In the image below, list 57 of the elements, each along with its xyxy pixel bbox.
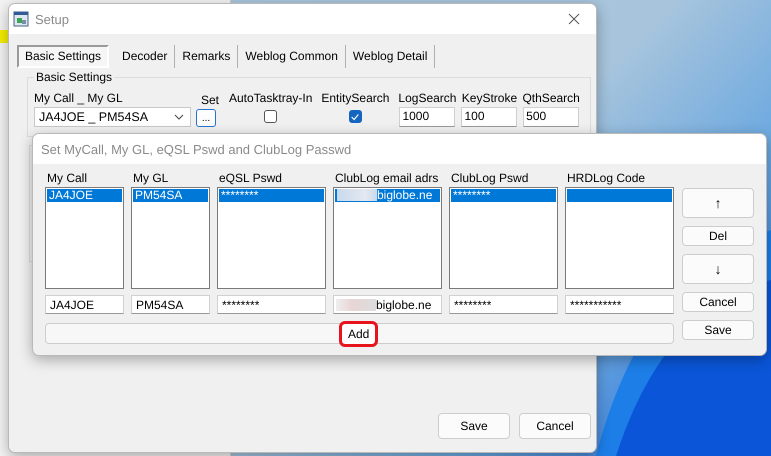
list-item[interactable]: JA4JOE [47, 189, 122, 202]
set-button[interactable]: ... [196, 109, 216, 127]
close-icon[interactable] [568, 13, 580, 25]
input-field[interactable]: ******** [449, 295, 558, 314]
list-item[interactable]: PM54SA [133, 189, 208, 202]
side-button[interactable]: Save [682, 320, 754, 340]
add-button[interactable]: Add [342, 324, 376, 344]
column-label: HRDLog Code [566, 171, 646, 185]
field-label: Set [200, 93, 219, 107]
field-label: QthSearch [522, 91, 580, 105]
input-field[interactable]: 500 [523, 107, 580, 127]
tab[interactable]: Decoder [115, 45, 176, 68]
background-window-strip [0, 30, 8, 43]
list-box[interactable] [565, 187, 674, 289]
checkbox[interactable] [264, 110, 278, 123]
column-label: My GL [132, 171, 170, 185]
side-button[interactable]: Cancel [682, 292, 754, 312]
side-button[interactable]: ↓ [682, 254, 754, 284]
input-field[interactable]: 1000 [399, 107, 456, 127]
input-field[interactable]: biglobe.ne [333, 295, 442, 314]
field-label: KeyStroke [462, 91, 518, 105]
list-box[interactable]: JA4JOE [45, 187, 124, 289]
list-box[interactable]: biglobe.ne [333, 187, 442, 289]
list-item[interactable]: biglobe.ne [335, 189, 440, 202]
list-box[interactable]: PM54SA [131, 187, 210, 289]
list-box[interactable]: ******** [217, 187, 326, 289]
tab[interactable]: Remarks [175, 45, 238, 68]
column-label: My Call [46, 171, 88, 185]
column-label: ClubLog email adrs [334, 171, 440, 185]
checkbox[interactable] [348, 110, 362, 123]
list-item[interactable]: ******** [451, 189, 556, 202]
input-field[interactable]: 100 [461, 107, 518, 127]
column-label: eQSL Pswd [218, 171, 283, 185]
tab[interactable]: Basic Settings [17, 45, 110, 68]
tab[interactable]: Weblog Detail [346, 45, 436, 68]
input-field[interactable]: *********** [565, 295, 674, 314]
tab[interactable]: Weblog Common [238, 45, 346, 68]
field-label: My Call _ My GL [34, 91, 123, 105]
dialog-button[interactable]: Save [438, 413, 510, 439]
input-field[interactable]: ******** [217, 295, 326, 314]
side-button[interactable]: Del [682, 226, 754, 246]
field-label: EntitySearch [321, 91, 390, 105]
input-field[interactable]: PM54SA [131, 295, 210, 314]
app-window-icon [13, 11, 29, 27]
dropdown[interactable]: JA4JOE _ PM54SA [34, 107, 191, 127]
side-button[interactable]: ↑ [682, 188, 754, 218]
field-label: LogSearch [398, 91, 456, 105]
dialog-title: Set MyCall, My GL, eQSL Pswd and ClubLog Passwd [41, 142, 352, 156]
caret-icon [174, 114, 184, 120]
list-box[interactable]: ******** [449, 187, 558, 289]
window-title: Setup [35, 12, 70, 26]
field-label: AutoTasktray-In [229, 91, 312, 105]
group-title: Basic Settings [34, 70, 114, 84]
dialog-button[interactable]: Cancel [519, 413, 591, 439]
list-item[interactable]: ******** [219, 189, 324, 202]
input-field[interactable]: JA4JOE [45, 295, 124, 314]
column-label: ClubLog Pswd [450, 171, 530, 185]
